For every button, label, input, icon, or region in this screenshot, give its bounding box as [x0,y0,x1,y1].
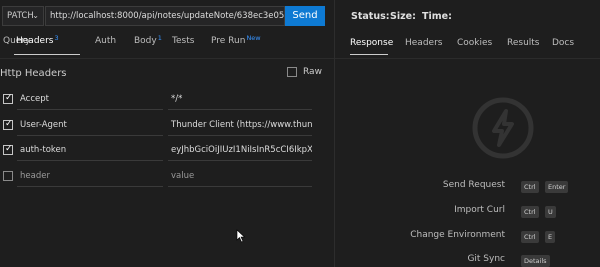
tab-body[interactable]: Body1 [134,34,162,46]
raw-label: Raw [303,67,322,77]
kbd-u: U [545,206,556,218]
tab-auth[interactable]: Auth [95,36,116,46]
header-row: ✓ auth-token eyJhbGciOiJIUzI1NiIsInR5cCI… [0,141,334,161]
thunder-client-logo-icon [472,97,534,159]
section-title: Http Headers [0,68,67,79]
header-value-input[interactable]: value [168,167,312,187]
tab-tests[interactable]: Tests [172,36,194,46]
tab-response[interactable]: Response [350,38,393,48]
kbd-ctrl: Ctrl [521,231,539,243]
header-row-new: header value [0,167,334,187]
header-row: ✓ User-Agent Thunder Client (https://www… [0,116,334,136]
tab-response-headers[interactable]: Headers [405,38,442,48]
shortcut-change-environment-label: Change Environment [410,230,505,240]
send-button[interactable]: Send [285,6,325,26]
shortcut-import-curl-label: Import Curl [454,205,505,215]
active-tab-indicator [14,54,80,55]
body-count-badge: 1 [157,34,162,42]
time-label: Time: [422,11,452,22]
header-row: ✓ Accept */* [0,90,334,110]
status-label: Status: [351,11,390,22]
header-enabled-checkbox[interactable]: ✓ [3,93,13,104]
shortcut-send-request-label: Send Request [442,180,505,190]
header-key-input[interactable]: header [17,167,163,187]
header-enabled-checkbox[interactable] [3,171,13,181]
header-value-input[interactable]: Thunder Client (https://www.thundercli [168,116,312,136]
tab-pre-run[interactable]: Pre RunNew [211,34,261,46]
method-value: PATCH [7,11,34,21]
tab-docs[interactable]: Docs [552,38,574,48]
new-badge: New [246,34,261,42]
header-value-input[interactable]: */* [168,90,312,110]
headers-count-badge: 3 [54,34,59,42]
checkmark-icon: ✓ [5,119,13,129]
response-pane: Status: Size: Time: Response Headers Coo… [335,0,600,267]
request-pane: PATCH ⌄ http://localhost:8000/api/notes/… [0,0,334,267]
checkmark-icon: ✓ [5,93,13,103]
chevron-down-icon: ⌄ [32,11,39,20]
size-label: Size: [390,11,416,22]
header-enabled-checkbox[interactable]: ✓ [3,119,13,130]
tabs-divider [335,58,600,59]
header-key-input[interactable]: auth-token [17,141,163,161]
kbd-enter: Enter [545,181,569,193]
kbd-e: E [545,231,556,243]
header-value-input[interactable]: eyJhbGciOiJIUzI1NiIsInR5cCI6IkpXVCJ9 [168,141,312,161]
tab-headers[interactable]: Headers3 [16,34,59,46]
git-sync-details-link[interactable]: Details [521,255,550,267]
header-enabled-checkbox[interactable]: ✓ [3,144,13,155]
tab-cookies[interactable]: Cookies [457,38,492,48]
tabs-divider [0,58,334,59]
method-select[interactable]: PATCH ⌄ [2,6,44,26]
active-tab-indicator [350,54,388,55]
mouse-cursor-icon [236,229,246,243]
shortcut-git-sync-label: Git Sync [467,254,505,264]
raw-checkbox[interactable] [287,67,297,77]
kbd-ctrl: Ctrl [521,181,539,193]
header-key-input[interactable]: User-Agent [17,116,163,136]
checkmark-icon: ✓ [5,144,13,154]
header-key-input[interactable]: Accept [17,90,163,110]
url-input[interactable]: http://localhost:8000/api/notes/updateNo… [45,6,285,26]
kbd-ctrl: Ctrl [521,206,539,218]
tab-results[interactable]: Results [507,38,540,48]
